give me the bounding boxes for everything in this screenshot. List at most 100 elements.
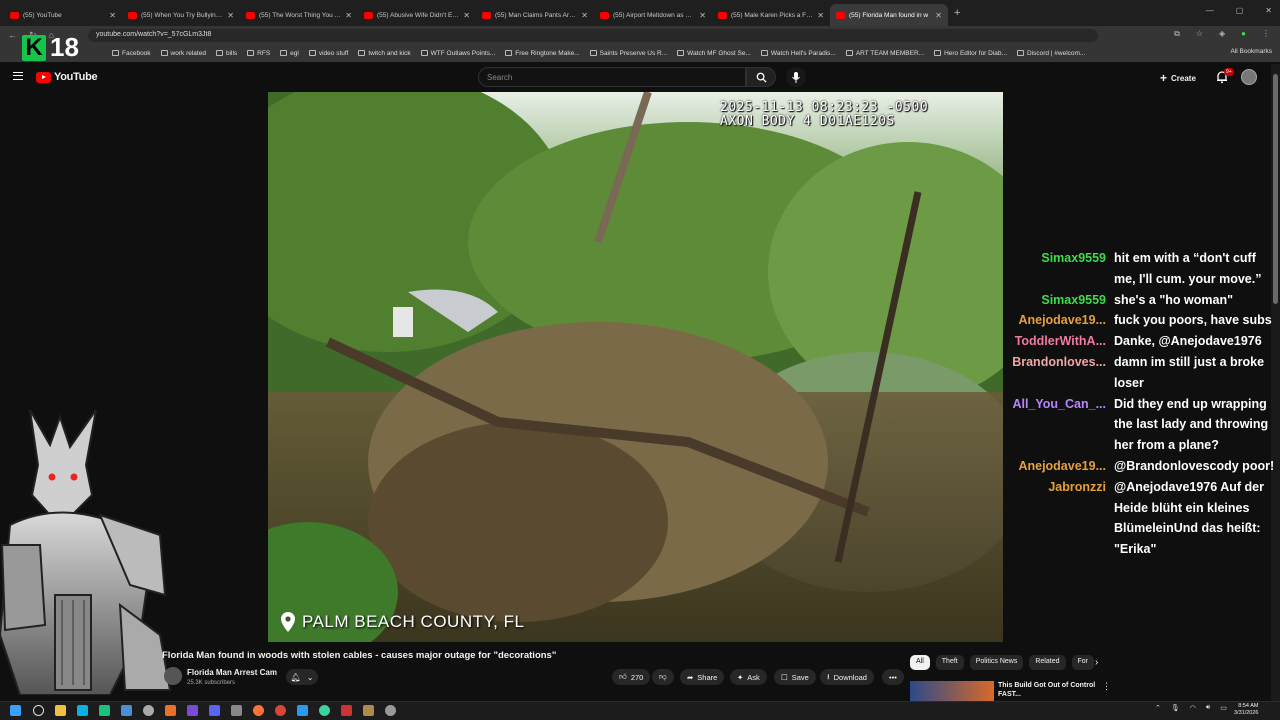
browser-tab[interactable]: (55) Airport Meltdown as Drunk ✕ xyxy=(594,4,712,26)
create-button[interactable]: + Create xyxy=(1160,71,1196,85)
app-icon-2[interactable] xyxy=(99,705,110,716)
video-player[interactable] xyxy=(268,92,1003,642)
app-icon-8[interactable] xyxy=(297,705,308,716)
bookmark-item[interactable]: twitch and kick xyxy=(358,50,411,57)
account-avatar[interactable] xyxy=(1241,69,1257,85)
bookmark-item[interactable]: video stuff xyxy=(308,50,348,57)
app-icon-11[interactable] xyxy=(363,705,374,716)
bookmark-item[interactable]: Facebook xyxy=(112,50,151,57)
youtube-favicon-icon xyxy=(364,11,373,19)
ask-button[interactable]: ✦ Ask xyxy=(730,669,767,685)
firefox-icon[interactable] xyxy=(253,705,264,716)
browser-tab[interactable]: (55) Man Claims Pants Aren't Hi ✕ xyxy=(476,4,594,26)
bookmark-item[interactable]: ART TEAM MEMBER... xyxy=(845,50,924,57)
close-tab-icon[interactable]: ✕ xyxy=(463,11,470,20)
tray-chevron-icon[interactable]: ⌃ xyxy=(1155,704,1161,712)
close-tab-icon[interactable]: ✕ xyxy=(817,11,824,20)
app-icon-9[interactable] xyxy=(319,705,330,716)
voice-search-button[interactable] xyxy=(786,67,806,87)
extensions-icon[interactable]: ◈ xyxy=(1219,29,1225,39)
more-icon: ••• xyxy=(889,672,897,682)
chat-username: Simax9559 xyxy=(1041,292,1106,307)
close-tab-icon[interactable]: ✕ xyxy=(581,11,588,20)
browser-menu-icon[interactable]: ⋮ xyxy=(1262,29,1270,39)
close-tab-icon[interactable]: ✕ xyxy=(699,11,706,20)
browser-tab[interactable]: (55) Florida Man found in w ✕ xyxy=(830,4,948,26)
file-explorer-icon[interactable] xyxy=(55,705,66,716)
bookmark-item[interactable]: bills xyxy=(215,50,237,57)
url-input[interactable]: youtube.com/watch?v=_57cGLm3Jt8 xyxy=(88,29,1098,42)
close-tab-icon[interactable]: ✕ xyxy=(935,11,942,20)
youtube-logo[interactable]: YouTube xyxy=(36,71,98,83)
tab-title: (55) YouTube xyxy=(23,11,62,19)
windows-start-icon[interactable] xyxy=(10,705,21,716)
recommended-more-icon[interactable]: ⋮ xyxy=(1102,681,1111,692)
recommended-title[interactable]: This Build Got Out of Control FAST... xyxy=(998,681,1098,699)
discord-icon[interactable] xyxy=(209,705,220,716)
browser-tab[interactable]: (55) Abusive Wife Didn't Expect ✕ xyxy=(358,4,476,26)
close-tab-icon[interactable]: ✕ xyxy=(227,11,234,20)
more-actions-button[interactable]: ••• xyxy=(882,669,904,685)
filter-chip[interactable]: All xyxy=(910,655,930,670)
dislike-button[interactable]: 👎︎ xyxy=(652,669,674,685)
profile-icon[interactable]: ● xyxy=(1241,29,1246,39)
filter-chip[interactable]: For xyxy=(1071,655,1094,670)
battery-icon[interactable]: ▭ xyxy=(1220,704,1227,712)
all-bookmarks[interactable]: All Bookmarks xyxy=(1230,48,1272,55)
settings-gear-icon[interactable] xyxy=(385,705,396,716)
channel-name[interactable]: Florida Man Arrest Cam xyxy=(187,668,277,677)
subscription-bell-button[interactable]: 🔔︎ ⌄ xyxy=(286,669,318,685)
browser-tab[interactable]: (55) YouTube ✕ xyxy=(4,4,122,26)
close-tab-icon[interactable]: ✕ xyxy=(109,11,116,20)
save-button[interactable]: ☐ Save xyxy=(774,669,816,685)
search-button[interactable] xyxy=(746,67,776,87)
window-controls: — ▢ ✕ xyxy=(1206,6,1272,15)
taskbar-search-icon[interactable] xyxy=(33,705,44,716)
mic-tray-icon[interactable]: 🎙︎ xyxy=(1171,704,1180,712)
bookmark-item[interactable]: Discord | #welcom... xyxy=(1016,50,1085,57)
bookmark-item[interactable]: Watch Hell's Paradis... xyxy=(760,50,836,57)
filter-chip[interactable]: Politics News xyxy=(969,655,1024,670)
app-icon-3[interactable] xyxy=(121,705,132,716)
bookmark-item[interactable]: RFS xyxy=(247,50,270,57)
volume-icon[interactable]: 🔊︎ xyxy=(1206,704,1210,712)
app-icon-10[interactable] xyxy=(341,705,352,716)
wifi-icon[interactable]: ◠ xyxy=(1190,704,1196,712)
system-clock[interactable]: 8:54 AM 3/31/2026 xyxy=(1234,703,1258,717)
bookmark-item[interactable]: Saints Preserve Us R... xyxy=(589,50,667,57)
microphone-icon xyxy=(792,71,800,83)
hamburger-menu-icon[interactable] xyxy=(13,72,23,80)
folder-icon xyxy=(112,50,119,56)
new-tab-button[interactable]: + xyxy=(954,7,960,19)
bookmark-item[interactable]: WTF Outlaws Points... xyxy=(420,50,495,57)
app-icon-6[interactable] xyxy=(187,705,198,716)
browser-tab[interactable]: (55) Male Karen Picks a Fight V ✕ xyxy=(712,4,830,26)
app-icon-1[interactable] xyxy=(77,705,88,716)
chevron-right-icon[interactable]: › xyxy=(1095,657,1098,668)
bookmark-item[interactable]: egl xyxy=(280,50,299,57)
filter-chip[interactable]: Related xyxy=(1029,655,1066,670)
like-button[interactable]: 👍︎ 270 xyxy=(612,669,651,685)
channel-avatar[interactable] xyxy=(164,667,182,685)
browser-tab[interactable]: (55) The Worst Thing You Could ✕ xyxy=(240,4,358,26)
minimize-icon[interactable]: — xyxy=(1206,6,1214,15)
app-icon-4[interactable] xyxy=(143,705,154,716)
search-input[interactable]: Search xyxy=(478,67,746,87)
share-button[interactable]: ➦ Share xyxy=(680,669,725,685)
bookmark-star-icon[interactable]: ☆ xyxy=(1196,29,1203,39)
download-button[interactable]: ⭳ Download xyxy=(820,669,874,685)
app-icon-7[interactable] xyxy=(231,705,242,716)
bookmark-item[interactable]: Watch MF Ghost Se... xyxy=(677,50,751,57)
back-icon[interactable]: ← xyxy=(8,30,17,41)
chrome-icon[interactable] xyxy=(275,705,286,716)
filter-chip[interactable]: Theft xyxy=(935,655,964,670)
bookmark-item[interactable]: work related xyxy=(160,50,206,57)
close-tab-icon[interactable]: ✕ xyxy=(345,11,352,20)
close-window-icon[interactable]: ✕ xyxy=(1265,6,1272,15)
bookmark-item[interactable]: Hero Editor for Diab... xyxy=(934,50,1007,57)
maximize-icon[interactable]: ▢ xyxy=(1236,6,1244,15)
bookmark-item[interactable]: Free Ringtone Make... xyxy=(505,50,580,57)
browser-tab[interactable]: (55) When You Try Bullying The ✕ xyxy=(122,4,240,26)
cast-icon[interactable]: ⧉ xyxy=(1174,29,1180,39)
app-icon-5[interactable] xyxy=(165,705,176,716)
